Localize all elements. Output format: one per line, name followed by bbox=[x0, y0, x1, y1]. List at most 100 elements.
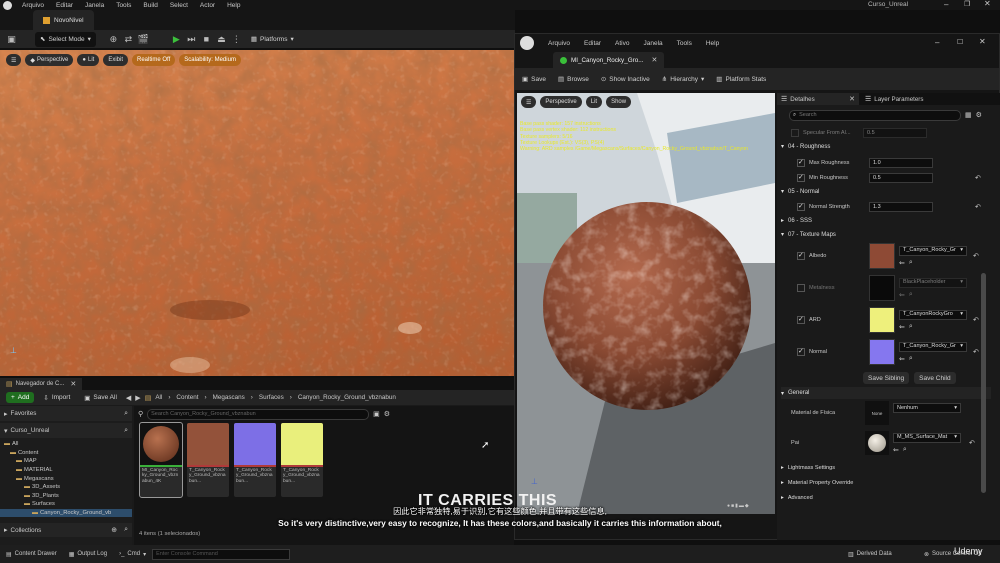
asset-tile[interactable]: T_Canyon_Rocky_Ground_vbznabun... bbox=[234, 423, 276, 497]
folder-tree-item[interactable]: ▬ All bbox=[0, 440, 132, 449]
play-icon[interactable]: ▶ bbox=[171, 34, 182, 45]
derived-data-button[interactable]: ▥ Derived Data bbox=[848, 551, 892, 558]
output-log-button[interactable]: ▦ Output Log bbox=[69, 551, 107, 558]
level-tab[interactable]: NovoNivel bbox=[33, 10, 94, 30]
toolbar-button[interactable]: ▣ Save bbox=[517, 72, 551, 87]
material-preview-viewport[interactable]: ☰ Perspective Lit Show Base pass shader: 15… bbox=[517, 93, 775, 514]
cmd-button[interactable]: ›_ Cmd ▾ bbox=[119, 551, 146, 558]
min-roughness-value-field[interactable]: 0.5 bbox=[869, 173, 933, 183]
reset-icon[interactable]: ↶ bbox=[973, 348, 979, 356]
add-actor-icon[interactable]: ⊕ bbox=[108, 34, 119, 45]
menu-item[interactable]: Editar bbox=[56, 2, 73, 9]
menu-item[interactable]: Actor bbox=[200, 2, 215, 9]
add-button[interactable]: + Add bbox=[6, 392, 35, 403]
viewport-options-button[interactable]: ☰ bbox=[521, 96, 537, 108]
search-icon[interactable]: ⌕ bbox=[124, 410, 128, 418]
menu-item[interactable]: Janela bbox=[643, 40, 662, 47]
preview-viewport-button[interactable]: Lit bbox=[585, 96, 603, 108]
normal-section[interactable]: ▾ 05 - Normal bbox=[781, 188, 819, 196]
breadcrumb-item[interactable]: All bbox=[155, 394, 162, 401]
texture-dropdown[interactable]: T_CanyonRockyGro ▾ bbox=[899, 309, 967, 320]
texture-thumbnail[interactable] bbox=[869, 339, 895, 365]
select-mode-button[interactable]: ⬉ Select Mode ▾ bbox=[35, 31, 96, 47]
menu-item[interactable]: Help bbox=[706, 40, 719, 47]
reset-icon[interactable]: ↶ bbox=[973, 316, 979, 324]
asset-tile[interactable]: T_Canyon_Rocky_Ground_vbznabun... bbox=[281, 423, 323, 497]
asset-search-input[interactable]: Search Canyon_Rocky_Ground_vbznabun bbox=[147, 408, 370, 420]
specular-checkbox[interactable] bbox=[791, 129, 799, 137]
folder-tree-item[interactable]: ▬ MATERIAL bbox=[0, 466, 132, 475]
folder-tree-item[interactable]: ▬ Content bbox=[0, 449, 132, 458]
menu-item[interactable]: Editar bbox=[584, 40, 601, 47]
folder-tree-item[interactable]: ▬ Megascans bbox=[0, 474, 132, 483]
menu-item[interactable]: Help bbox=[227, 2, 240, 9]
parent-dropdown[interactable]: M_MS_Surface_Mat ▾ bbox=[893, 432, 961, 443]
toolbar-button[interactable]: ▥ Platform Stats bbox=[711, 72, 771, 87]
asset-tile[interactable]: T_Canyon_Rocky_Ground_vbznabun... bbox=[187, 423, 229, 497]
filter-icon[interactable]: ⚲ bbox=[138, 410, 143, 418]
minimize-icon[interactable]: – bbox=[935, 38, 939, 47]
scalability-badge[interactable]: Scalability: Medium bbox=[179, 54, 241, 66]
save-child-button[interactable]: Save Child bbox=[914, 372, 956, 384]
content-drawer-button[interactable]: ▤ Content Drawer bbox=[6, 551, 57, 558]
blueprint-icon[interactable]: ⇄ bbox=[123, 34, 134, 45]
minimize-icon[interactable]: – bbox=[944, 0, 948, 9]
step-icon[interactable]: ⏭ bbox=[186, 34, 197, 45]
folder-tree-item[interactable]: ▬ 3D_Assets bbox=[0, 483, 132, 492]
lightmass-section[interactable]: ▸ Lightmass Settings bbox=[781, 465, 835, 471]
grid-view-icon[interactable]: ▦ bbox=[965, 111, 972, 119]
normal-strength-value-field[interactable]: 1.3 bbox=[869, 202, 933, 212]
texture-thumbnail[interactable] bbox=[869, 307, 895, 333]
texture-dropdown[interactable]: BlackPlaceholder ▾ bbox=[899, 277, 967, 288]
toolbar-button[interactable]: ⊙ Show Inactive bbox=[596, 72, 655, 87]
exibit-button[interactable]: Exibit bbox=[103, 54, 129, 66]
reset-icon[interactable]: ↶ bbox=[975, 174, 981, 182]
sss-section[interactable]: ▸ 06 - SSS bbox=[781, 217, 812, 225]
save-sibling-button[interactable]: Save Sibling bbox=[863, 372, 910, 384]
save-search-icon[interactable]: ▣ bbox=[373, 410, 380, 418]
texture-param-checkbox[interactable] bbox=[797, 347, 805, 356]
min-roughness-checkbox[interactable] bbox=[797, 173, 805, 182]
texture-dropdown[interactable]: T_Canyon_Rocky_Gr ▾ bbox=[899, 341, 967, 352]
roughness-section[interactable]: ▾ 04 - Roughness bbox=[781, 143, 830, 151]
breadcrumb-item[interactable]: Megascans bbox=[213, 394, 245, 401]
menu-item[interactable]: Select bbox=[170, 2, 188, 9]
lit-button[interactable]: ● Lit bbox=[77, 54, 100, 66]
specular-value-field[interactable]: 0.5 bbox=[863, 128, 927, 138]
texture-param-checkbox[interactable] bbox=[797, 251, 805, 260]
browse-icon[interactable]: ⌕ bbox=[903, 446, 907, 454]
breadcrumb-item[interactable]: Canyon_Rocky_Ground_vbznabun bbox=[298, 394, 396, 401]
close-tab-icon[interactable]: ✕ bbox=[849, 95, 855, 103]
folder-browse-icon[interactable]: ▤ bbox=[145, 394, 152, 402]
preview-viewport-button[interactable]: Show bbox=[606, 96, 632, 108]
reset-icon[interactable]: ↶ bbox=[973, 252, 979, 260]
stop-icon[interactable]: ■ bbox=[201, 34, 212, 45]
texture-maps-section[interactable]: ▾ 07 - Texture Maps bbox=[781, 231, 836, 239]
save-all-button[interactable]: ▣ Save All bbox=[79, 392, 122, 403]
close-icon[interactable]: ✕ bbox=[984, 0, 991, 8]
browse-icon[interactable]: ⌕ bbox=[909, 259, 913, 267]
normal-strength-checkbox[interactable] bbox=[797, 202, 805, 211]
asset-tile[interactable]: MI_Canyon_Rocky_Ground_vbznabun_4K bbox=[139, 422, 183, 498]
use-selected-icon[interactable]: ⇐ bbox=[899, 291, 905, 299]
menu-item[interactable]: Tools bbox=[116, 2, 131, 9]
texture-thumbnail[interactable] bbox=[869, 275, 895, 301]
content-browser-tab[interactable]: ▤ Navegador de C... ✕ bbox=[0, 378, 83, 390]
breadcrumb-item[interactable]: Content bbox=[176, 394, 198, 401]
console-input[interactable]: Enter Console Command bbox=[152, 548, 291, 560]
maximize-icon[interactable]: ☐ bbox=[957, 38, 963, 46]
texture-param-checkbox[interactable] bbox=[797, 315, 805, 324]
level-viewport[interactable]: ☰ ◆ Perspective ● Lit Exibit Realtime Off … bbox=[0, 50, 514, 376]
use-selected-icon[interactable]: ⇐ bbox=[899, 259, 905, 267]
details-search-input[interactable]: ⌕ Search bbox=[789, 109, 961, 121]
cinematics-icon[interactable]: 🎬 bbox=[138, 34, 149, 45]
menu-item[interactable]: Tools bbox=[677, 40, 692, 47]
eject-icon[interactable]: ⏏ bbox=[216, 34, 227, 45]
folder-tree-item[interactable]: ▬ 3D_Plants bbox=[0, 492, 132, 501]
texture-param-checkbox[interactable] bbox=[797, 284, 805, 292]
use-selected-icon[interactable]: ⇐ bbox=[899, 355, 905, 363]
favorites-header[interactable]: ▸ Favorites ⌕ bbox=[0, 406, 132, 421]
texture-thumbnail[interactable] bbox=[869, 243, 895, 269]
perspective-button[interactable]: ◆ Perspective bbox=[25, 54, 74, 66]
realtime-off-badge[interactable]: Realtime Off bbox=[132, 54, 176, 66]
